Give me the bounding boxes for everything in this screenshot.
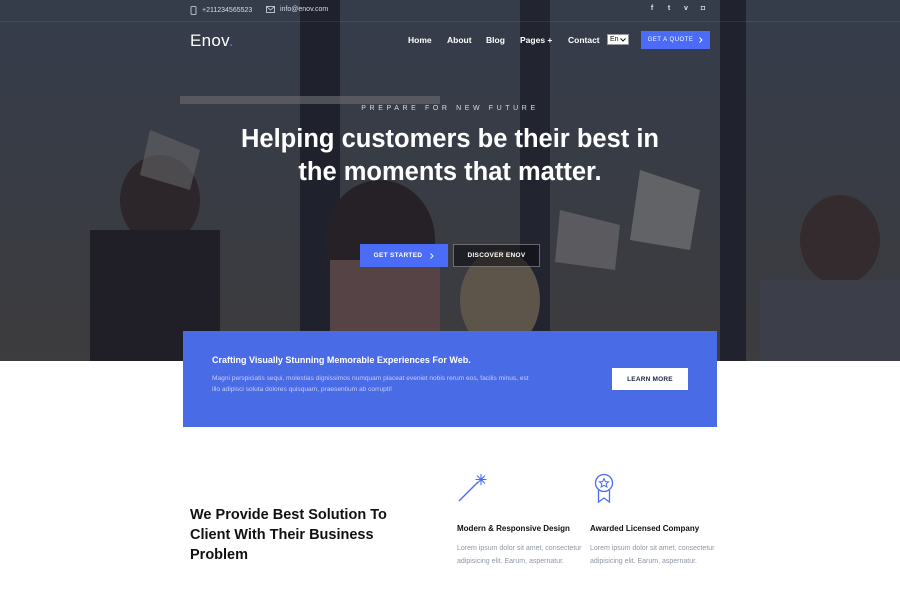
facebook-icon[interactable]: f <box>648 5 656 12</box>
award-badge-icon <box>594 473 614 504</box>
get-a-quote-label: GET A QUOTE <box>647 37 694 43</box>
hero-eyebrow: PREPARE FOR NEW FUTURE <box>361 105 539 112</box>
get-started-label: GET STARTED <box>373 252 423 259</box>
feature-title: Modern & Responsive Design <box>457 524 570 533</box>
top-bar-divider <box>0 21 900 22</box>
nav-home[interactable]: Home <box>408 35 432 45</box>
nav-contact[interactable]: Contact <box>568 35 600 45</box>
solutions-title: We Provide Best Solution To Client With … <box>190 507 387 563</box>
discover-enov-button[interactable]: DISCOVER ENOV <box>453 244 540 267</box>
mail-icon <box>266 6 275 13</box>
feature-card: Modern & Responsive Design Lorem ipsum d… <box>457 472 587 568</box>
phone-number: +211234565523 <box>202 7 253 14</box>
chevron-down-icon <box>619 37 626 42</box>
feature-text: Lorem ipsum dolor sit amet, consectetur … <box>457 545 582 565</box>
logo-dot: . <box>228 31 234 50</box>
nav-blog[interactable]: Blog <box>486 35 505 45</box>
email-address: info@enov.com <box>280 6 329 13</box>
instagram-icon[interactable]: ◘ <box>699 5 707 12</box>
chevron-right-icon <box>430 252 434 259</box>
twitter-icon[interactable]: t <box>665 5 673 12</box>
cta-band: Crafting Visually Stunning Memorable Exp… <box>183 331 717 427</box>
logo-text: Enov <box>190 31 229 50</box>
learn-more-label: LEARN MORE <box>627 375 673 383</box>
language-value: En <box>610 36 619 43</box>
feature-text: Lorem ipsum dolor sit amet, consectetur … <box>590 545 715 565</box>
chevron-right-icon <box>699 37 703 43</box>
feature-card: Awarded Licensed Company Lorem ipsum dol… <box>590 472 720 568</box>
feature-title: Awarded Licensed Company <box>590 524 700 533</box>
cta-title: Crafting Visually Stunning Memorable Exp… <box>212 355 471 365</box>
social-links: f t v ◘ <box>648 5 707 12</box>
learn-more-button[interactable]: LEARN MORE <box>612 368 688 390</box>
nav-about[interactable]: About <box>447 35 472 45</box>
email-info[interactable]: info@enov.com <box>266 6 328 13</box>
vimeo-icon[interactable]: v <box>682 5 690 12</box>
phone-icon <box>190 6 197 15</box>
hero-headline: Helping customers be their best in the m… <box>241 125 659 186</box>
phone-info[interactable]: +211234565523 <box>190 6 252 15</box>
get-a-quote-button[interactable]: GET A QUOTE <box>641 31 710 49</box>
language-select[interactable]: En <box>607 34 629 45</box>
logo[interactable]: Enov. <box>190 31 234 51</box>
get-started-button[interactable]: GET STARTED <box>360 244 448 267</box>
discover-enov-label: DISCOVER ENOV <box>467 252 526 259</box>
top-bar: +211234565523 info@enov.com f t v ◘ <box>0 0 900 22</box>
cta-body: Magni perspiciatis sequi, molestias dign… <box>212 375 529 393</box>
hero-section: +211234565523 info@enov.com f t v ◘ Enov… <box>0 0 900 361</box>
nav-pages[interactable]: Pages + <box>520 35 552 45</box>
magic-wand-icon <box>458 474 487 502</box>
